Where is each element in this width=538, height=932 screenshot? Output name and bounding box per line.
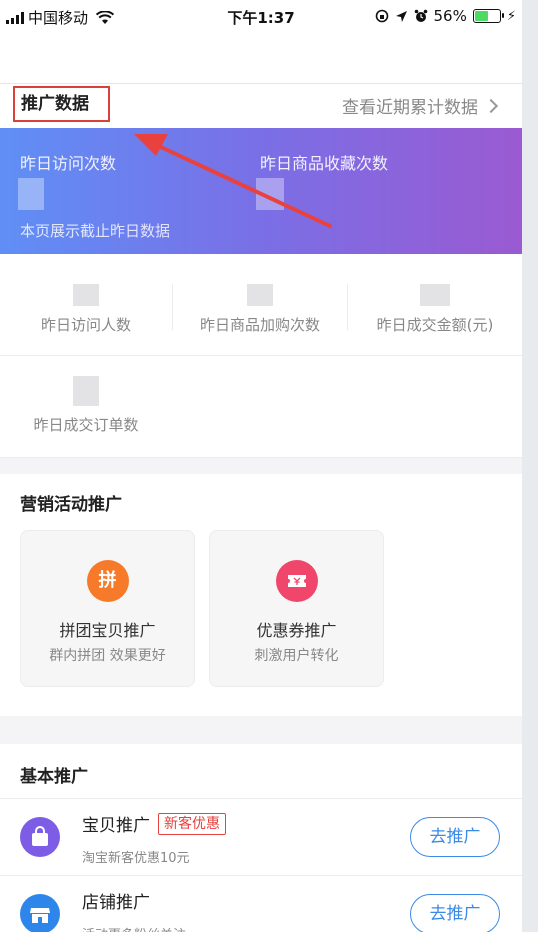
section-title: 营销活动推广	[20, 495, 122, 515]
banner-note: 本页展示截止昨日数据	[20, 222, 171, 240]
card-subtitle: 刺激用户转化	[254, 648, 339, 664]
section-title: 基本推广	[20, 767, 88, 787]
stat-value-redacted	[73, 284, 99, 306]
promote-button[interactable]: 去推广	[410, 894, 500, 932]
stat-gmv: 昨日成交金额(元)	[348, 254, 522, 356]
page-title: 推广数据	[13, 86, 110, 122]
stat-value-redacted	[247, 284, 273, 306]
stat-value-redacted	[420, 284, 450, 306]
promote-button[interactable]: 去推广	[410, 817, 500, 857]
item-subtitle: 活动更多粉丝关注	[82, 924, 186, 932]
app-screen: 中国移动 下午1:37 56% ⚡ 推广数据 查看近期累计数据 昨日访问次数 昨…	[0, 0, 522, 932]
favorites-value-redacted	[256, 178, 284, 210]
store-icon	[20, 894, 60, 932]
scroll-gutter	[522, 0, 538, 932]
stat-orders: 昨日成交订单数	[0, 356, 172, 458]
status-bar: 中国移动 下午1:37 56% ⚡	[0, 0, 522, 34]
chevron-right-icon	[483, 98, 499, 113]
marketing-section: 营销活动推广 拼 拼团宝贝推广 群内拼团 效果更好 优惠券推广 刺激用户转化	[0, 474, 522, 716]
group-buy-icon: 拼	[86, 560, 129, 602]
nav-bar	[0, 34, 522, 84]
stat-label: 昨日成交订单数	[33, 416, 139, 434]
data-banner: 昨日访问次数 昨日商品收藏次数 本页展示截止昨日数据	[0, 128, 522, 254]
favorites-label: 昨日商品收藏次数	[260, 154, 389, 173]
item-title: 宝贝推广	[82, 816, 150, 836]
stat-value-redacted	[73, 376, 99, 406]
stat-label: 昨日成交金额(元)	[376, 316, 494, 334]
shopping-bag-icon	[20, 817, 60, 857]
location-icon	[395, 10, 407, 22]
stats-row: 昨日访问人数 昨日商品加购次数 昨日成交金额(元)	[0, 254, 522, 356]
list-item: 店铺推广 活动更多粉丝关注 去推广	[0, 875, 522, 932]
list-item: 宝贝推广 新客优惠 淘宝新客优惠10元 去推广	[0, 799, 522, 875]
card-title: 优惠券推广	[256, 621, 337, 640]
alarm-icon	[414, 9, 427, 22]
item-title-wrap: 店铺推广	[82, 888, 150, 913]
stats-row: 昨日成交订单数	[0, 356, 522, 458]
status-right: 56% ⚡	[375, 7, 516, 25]
coupon-promo-card[interactable]: 优惠券推广 刺激用户转化	[209, 530, 384, 687]
stat-visitors: 昨日访问人数	[0, 254, 172, 356]
stat-label: 昨日商品加购次数	[199, 316, 320, 334]
orientation-lock-icon	[375, 9, 388, 23]
visits-label: 昨日访问次数	[20, 154, 117, 173]
new-customer-badge: 新客优惠	[158, 812, 226, 835]
visits-value-redacted	[18, 178, 44, 210]
item-title-wrap: 宝贝推广 新客优惠	[82, 811, 226, 836]
group-buy-promo-card[interactable]: 拼 拼团宝贝推广 群内拼团 效果更好	[20, 530, 195, 687]
battery-icon	[472, 9, 504, 23]
card-title: 拼团宝贝推广	[59, 621, 156, 640]
view-recent-data-link[interactable]: 查看近期累计数据	[342, 93, 499, 118]
battery-percent: 56%	[433, 7, 467, 25]
promo-data-header: 推广数据 查看近期累计数据	[0, 84, 522, 128]
view-recent-data-label: 查看近期累计数据	[342, 98, 478, 118]
item-subtitle: 淘宝新客优惠10元	[82, 851, 190, 866]
stat-cart-adds: 昨日商品加购次数	[173, 254, 347, 356]
stat-label: 昨日访问人数	[40, 316, 131, 334]
item-title: 店铺推广	[82, 893, 150, 913]
coupon-icon	[275, 560, 318, 602]
basic-promo-section: 基本推广 宝贝推广 新客优惠 淘宝新客优惠10元 去推广 店铺推广 去推广	[0, 744, 522, 932]
charging-icon: ⚡	[506, 8, 516, 24]
card-subtitle: 群内拼团 效果更好	[49, 648, 166, 664]
